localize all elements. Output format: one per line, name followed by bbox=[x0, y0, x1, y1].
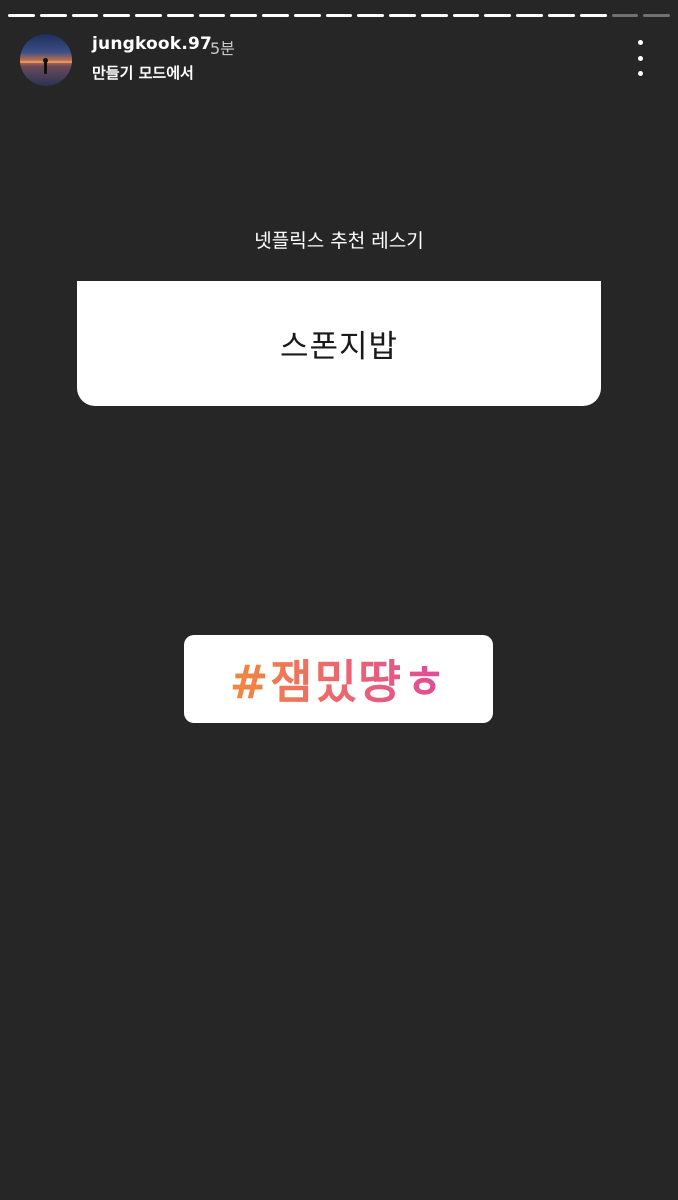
progress-segment bbox=[420, 14, 448, 17]
progress-segment bbox=[357, 14, 385, 17]
progress-segment bbox=[198, 14, 226, 17]
more-vertical-icon bbox=[637, 71, 643, 76]
progress-segment bbox=[579, 14, 607, 17]
progress-segment bbox=[548, 14, 575, 17]
progress-segment bbox=[452, 14, 480, 17]
progress-segment bbox=[166, 14, 194, 17]
progress-segment bbox=[103, 14, 131, 17]
question-answer-card: 스폰지밥 bbox=[77, 281, 601, 406]
progress-segment bbox=[8, 14, 35, 17]
avatar-silhouette bbox=[43, 58, 48, 74]
create-mode-label: 만들기 모드에서 bbox=[92, 64, 194, 82]
more-vertical-icon bbox=[637, 55, 643, 61]
progress-segment bbox=[389, 14, 416, 17]
hashtag-sticker[interactable]: #잼밌땽ㅎ bbox=[184, 635, 493, 723]
progress-segment bbox=[71, 14, 99, 17]
question-sticker-title: 넷플릭스 추천 레스기 bbox=[254, 230, 424, 252]
progress-segment bbox=[230, 14, 258, 17]
question-answer-text: 스폰지밥 bbox=[279, 329, 399, 365]
progress-segment bbox=[293, 14, 321, 17]
progress-segment bbox=[135, 14, 162, 17]
avatar[interactable] bbox=[20, 34, 72, 86]
story-viewer[interactable]: jungkook.97 5분 만들기 모드에서 넷플릭스 추천 레스기 스폰지밥… bbox=[0, 0, 678, 1200]
progress-segment bbox=[262, 14, 289, 17]
username[interactable]: jungkook.97 bbox=[92, 34, 212, 54]
progress-segment bbox=[643, 14, 671, 17]
progress-segment bbox=[484, 14, 512, 17]
story-header: jungkook.97 5분 만들기 모드에서 bbox=[20, 32, 658, 88]
progress-segment bbox=[39, 14, 67, 17]
post-time: 5분 bbox=[210, 39, 235, 58]
progress-segment bbox=[325, 14, 353, 17]
more-options-button[interactable] bbox=[630, 40, 650, 76]
progress-segment bbox=[516, 14, 544, 17]
more-vertical-icon bbox=[637, 40, 643, 45]
story-progress-bar bbox=[8, 14, 671, 17]
progress-segment bbox=[611, 14, 639, 17]
hashtag-text: #잼밌땽ㅎ bbox=[230, 646, 448, 712]
